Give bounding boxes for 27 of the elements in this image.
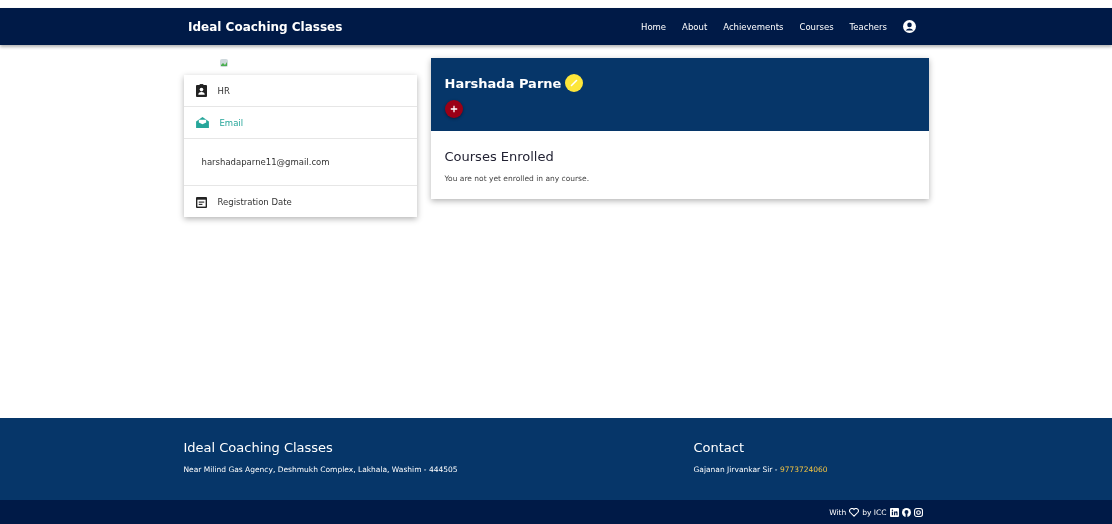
brand-link[interactable]: Ideal Coaching Classes bbox=[188, 19, 343, 34]
envelope-icon bbox=[195, 117, 209, 128]
email-label: Email bbox=[219, 117, 244, 128]
linkedin-icon[interactable] bbox=[889, 507, 899, 517]
calendar-icon bbox=[195, 195, 207, 208]
instagram-icon[interactable] bbox=[913, 507, 923, 517]
user-icon[interactable] bbox=[903, 20, 916, 33]
nav-link[interactable]: Home bbox=[641, 21, 667, 32]
nav-link[interactable]: About bbox=[682, 21, 708, 32]
date-label: Registration Date bbox=[217, 196, 292, 207]
add-button[interactable] bbox=[444, 100, 463, 118]
github-icon[interactable] bbox=[901, 507, 911, 517]
nav-link[interactable]: Courses bbox=[799, 21, 834, 32]
pencil-icon bbox=[569, 78, 580, 88]
broken-image-icon bbox=[218, 58, 229, 68]
role-text: HR bbox=[217, 85, 230, 96]
email-text: harshadaparne11@gmail.com bbox=[201, 157, 330, 167]
nav-link[interactable]: Achievements bbox=[723, 21, 784, 32]
section-title: Courses Enrolled bbox=[444, 149, 555, 164]
footer-title: Ideal Coaching Classes bbox=[183, 440, 334, 455]
heart-icon bbox=[849, 507, 860, 517]
plus-icon bbox=[449, 105, 458, 113]
nav-link[interactable]: Teachers bbox=[849, 21, 887, 32]
badge-icon bbox=[195, 84, 207, 97]
contact-title: Contact bbox=[693, 440, 746, 455]
edit-button[interactable] bbox=[565, 74, 584, 92]
user-name: Harshada Parne bbox=[444, 75, 562, 91]
